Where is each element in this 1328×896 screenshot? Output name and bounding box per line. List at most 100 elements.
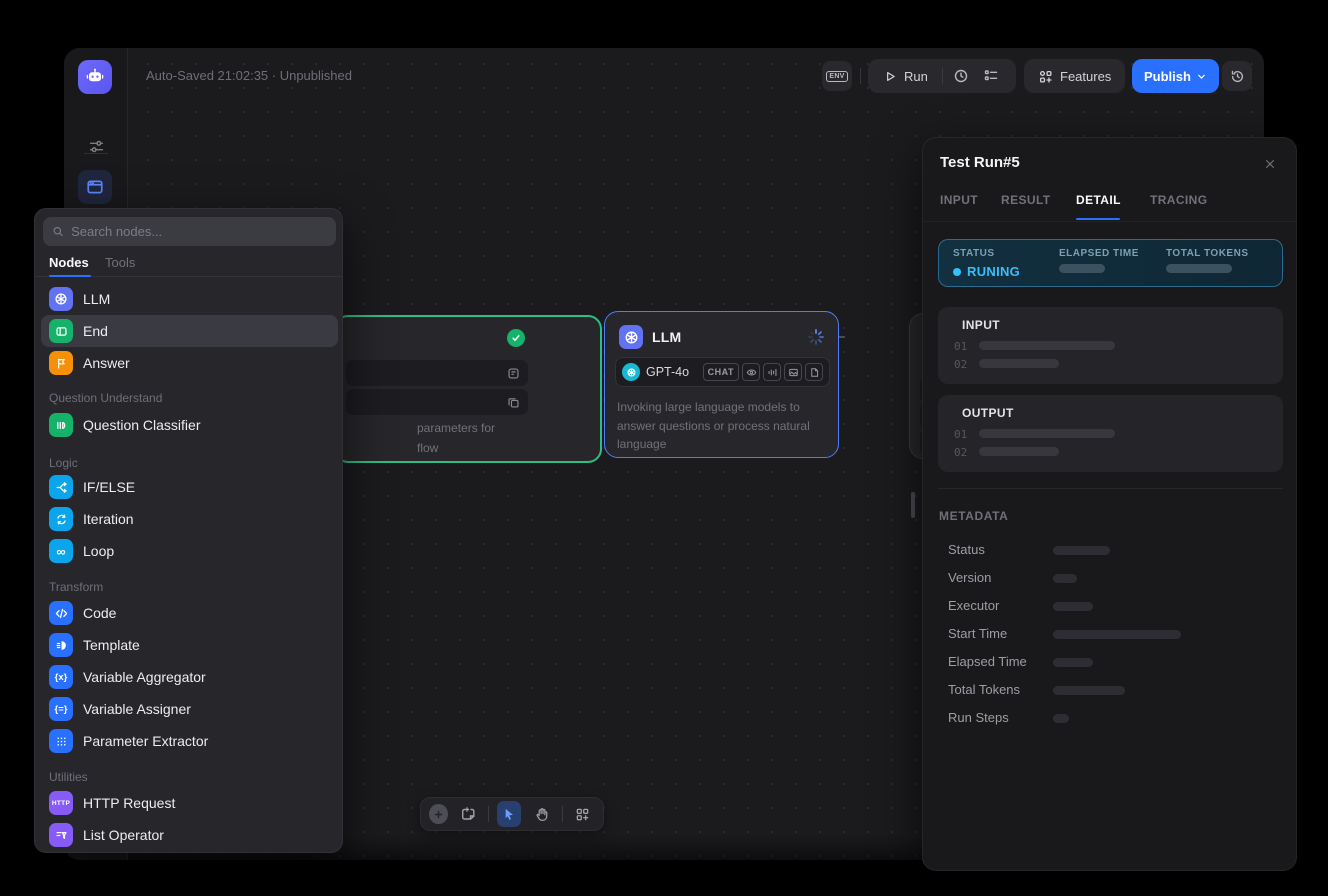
env-variables-button[interactable]: ENV xyxy=(822,61,852,91)
loading-spinner-icon xyxy=(807,328,825,346)
node-item-ifelse[interactable]: IF/ELSE xyxy=(41,471,338,503)
node-item-parameter-extractor[interactable]: Parameter Extractor xyxy=(41,725,338,757)
variable-aggregator-icon: {x} xyxy=(49,665,73,689)
node-item-label: IF/ELSE xyxy=(83,479,135,495)
tab-tracing[interactable]: TRACING xyxy=(1150,193,1207,207)
chat-mode-badge: CHAT xyxy=(703,363,739,381)
llm-node[interactable]: LLM xyxy=(604,311,839,458)
node-item-label: Parameter Extractor xyxy=(83,733,208,749)
loading-skeleton xyxy=(979,429,1115,438)
run-history-clock-icon[interactable] xyxy=(953,68,969,84)
add-note-button[interactable] xyxy=(456,801,480,827)
sidebar-divider xyxy=(84,153,108,154)
model-selector[interactable]: GPT-4o CHAT xyxy=(615,357,830,387)
node-item-label: Variable Aggregator xyxy=(83,669,206,685)
loading-skeleton xyxy=(1053,602,1093,611)
start-variable-row[interactable] xyxy=(346,360,528,386)
hand-tool-button[interactable] xyxy=(529,801,553,827)
desktop-background: parameters for flow LLM xyxy=(0,0,1328,896)
node-search-input[interactable] xyxy=(71,224,327,239)
start-variable-row[interactable] xyxy=(346,389,528,415)
section-utilities: Utilities xyxy=(49,770,88,784)
metadata-label: Elapsed Time xyxy=(948,654,1027,669)
active-tab-underline xyxy=(1076,218,1120,220)
metadata-label: Start Time xyxy=(948,626,1007,641)
input-card: INPUT 01 02 xyxy=(938,307,1283,384)
llm-node-title: LLM xyxy=(652,329,681,345)
node-item-template[interactable]: Template xyxy=(41,629,338,661)
model-name: GPT-4o xyxy=(646,365,689,379)
search-icon xyxy=(52,225,64,238)
node-item-iteration[interactable]: Iteration xyxy=(41,503,338,535)
toolbar-divider xyxy=(488,806,489,822)
checklist-icon[interactable] xyxy=(983,68,999,84)
line-number: 02 xyxy=(954,446,967,459)
node-item-code[interactable]: Code xyxy=(41,597,338,629)
audio-capability-icon xyxy=(763,363,781,381)
metadata-label: Version xyxy=(948,570,991,585)
tab-result[interactable]: RESULT xyxy=(1001,193,1051,207)
success-check-icon xyxy=(507,329,525,347)
line-number: 01 xyxy=(954,428,967,441)
node-item-label: LLM xyxy=(83,291,110,307)
version-history-button[interactable] xyxy=(1222,61,1252,91)
run-panel-title: Test Run#5 xyxy=(940,154,1020,171)
node-item-label: Template xyxy=(83,637,140,653)
node-item-llm[interactable]: LLM xyxy=(41,283,338,315)
output-card-title: OUTPUT xyxy=(962,406,1014,420)
node-item-label: HTTP Request xyxy=(83,795,175,811)
run-button[interactable]: Run xyxy=(884,69,928,84)
node-item-question-classifier[interactable]: Question Classifier xyxy=(41,409,338,441)
close-icon[interactable] xyxy=(1260,154,1280,174)
metadata-label: Executor xyxy=(948,598,999,613)
start-node-description: flow xyxy=(417,441,438,455)
canvas-control-toolbar xyxy=(420,797,604,831)
openai-icon xyxy=(622,363,640,381)
node-item-answer[interactable]: Answer xyxy=(41,347,338,379)
preview-window-button[interactable] xyxy=(78,170,112,204)
loading-skeleton xyxy=(1053,686,1125,695)
start-node-description: parameters for xyxy=(417,421,495,435)
panel-resize-handle[interactable] xyxy=(911,492,915,518)
features-label: Features xyxy=(1060,69,1111,84)
end-icon xyxy=(49,319,73,343)
publish-button[interactable]: Publish xyxy=(1132,59,1219,93)
features-icon xyxy=(1038,69,1053,84)
restore-history-icon xyxy=(1230,69,1245,84)
pointer-tool-button[interactable] xyxy=(497,801,521,827)
features-button[interactable]: Features xyxy=(1024,59,1125,93)
node-item-label: End xyxy=(83,323,108,339)
chevron-down-icon xyxy=(1196,71,1207,82)
template-icon xyxy=(49,633,73,657)
tab-tools[interactable]: Tools xyxy=(105,255,135,270)
node-item-label: List Operator xyxy=(83,827,164,843)
loading-skeleton xyxy=(979,447,1059,456)
node-item-http-request[interactable]: HTTP HTTP Request xyxy=(41,787,338,819)
node-item-variable-aggregator[interactable]: {x} Variable Aggregator xyxy=(41,661,338,693)
app-avatar-robot-icon[interactable] xyxy=(78,60,112,94)
node-item-variable-assigner[interactable]: {=} Variable Assigner xyxy=(41,693,338,725)
tab-detail[interactable]: DETAIL xyxy=(1076,193,1121,207)
loading-skeleton xyxy=(1053,630,1181,639)
node-item-loop[interactable]: ∞ Loop xyxy=(41,535,338,567)
metadata-label: Total Tokens xyxy=(948,682,1020,697)
loop-icon: ∞ xyxy=(49,539,73,563)
node-item-end[interactable]: End xyxy=(41,315,338,347)
tab-nodes[interactable]: Nodes xyxy=(49,255,89,270)
document-capability-icon xyxy=(805,363,823,381)
metadata-label: Status xyxy=(948,542,985,557)
loading-skeleton xyxy=(979,341,1115,350)
loading-skeleton xyxy=(1059,264,1105,273)
node-search-field[interactable] xyxy=(43,217,336,246)
start-node[interactable]: parameters for flow xyxy=(334,315,602,463)
organize-nodes-button[interactable] xyxy=(571,801,595,827)
metadata-title: METADATA xyxy=(939,509,1008,523)
add-node-button[interactable] xyxy=(429,804,448,824)
llm-icon xyxy=(49,287,73,311)
section-question-understand: Question Understand xyxy=(49,391,162,405)
tab-input[interactable]: INPUT xyxy=(940,193,978,207)
node-item-list-operator[interactable]: List Operator xyxy=(41,819,338,851)
status-column-label: STATUS xyxy=(953,248,1020,259)
list-operator-icon xyxy=(49,823,73,847)
node-item-label: Variable Assigner xyxy=(83,701,191,717)
